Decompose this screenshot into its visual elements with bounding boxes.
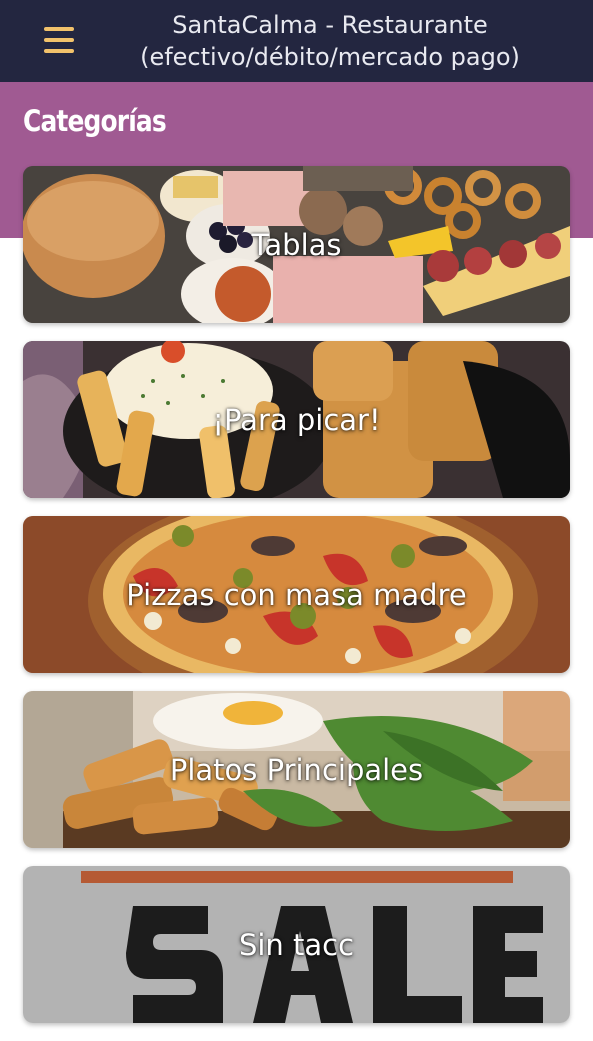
categories-heading: Categorías bbox=[23, 104, 167, 138]
category-card-pizzas[interactable]: Pizzas con masa madre bbox=[23, 516, 570, 673]
restaurant-title: SantaCalma - Restaurante (efectivo/débit… bbox=[140, 11, 520, 71]
category-label-pizzas: Pizzas con masa madre bbox=[126, 577, 467, 612]
category-label-para-picar: ¡Para picar! bbox=[212, 402, 381, 437]
hamburger-menu-icon[interactable] bbox=[44, 27, 76, 53]
category-label-tablas: Tablas bbox=[251, 227, 342, 262]
app-header: SantaCalma - Restaurante (efectivo/débit… bbox=[0, 0, 593, 82]
category-card-tablas[interactable]: Tablas bbox=[23, 166, 570, 323]
category-list: Tablas ¡Para picar! Pizzas con masa madr… bbox=[23, 166, 570, 1041]
category-card-platos-principales[interactable]: Platos Principales bbox=[23, 691, 570, 848]
category-card-para-picar[interactable]: ¡Para picar! bbox=[23, 341, 570, 498]
category-card-sin-tacc[interactable]: Sin tacc bbox=[23, 866, 570, 1023]
category-label-platos-principales: Platos Principales bbox=[169, 752, 424, 787]
category-label-sin-tacc: Sin tacc bbox=[238, 927, 355, 962]
